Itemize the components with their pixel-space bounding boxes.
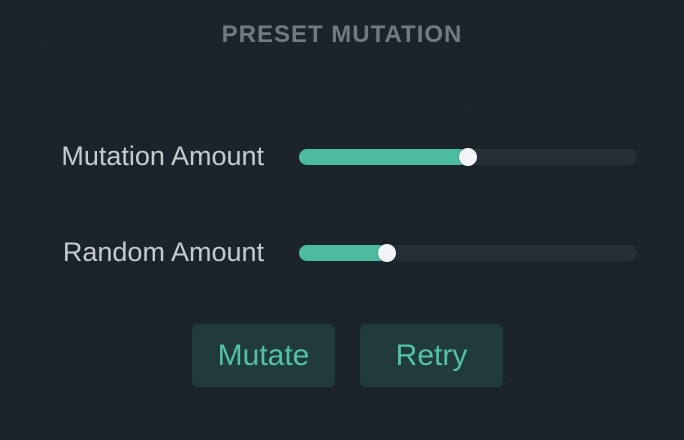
mutation-amount-thumb[interactable] (459, 148, 477, 166)
mutate-button[interactable]: Mutate (192, 324, 335, 387)
panel-title: PRESET MUTATION (221, 21, 463, 48)
random-amount-label: Random Amount (62, 237, 264, 267)
random-amount-thumb[interactable] (377, 244, 396, 262)
preset-mutation-panel: PRESET MUTATION Mutation Amount Random A… (0, 0, 684, 440)
retry-button[interactable]: Retry (360, 324, 503, 387)
random-amount-fill (299, 245, 387, 261)
mutation-amount-fill (299, 149, 468, 165)
mutation-amount-label: Mutation Amount (61, 141, 264, 171)
mutation-amount-slider[interactable] (299, 148, 637, 166)
random-amount-slider[interactable] (299, 244, 637, 262)
